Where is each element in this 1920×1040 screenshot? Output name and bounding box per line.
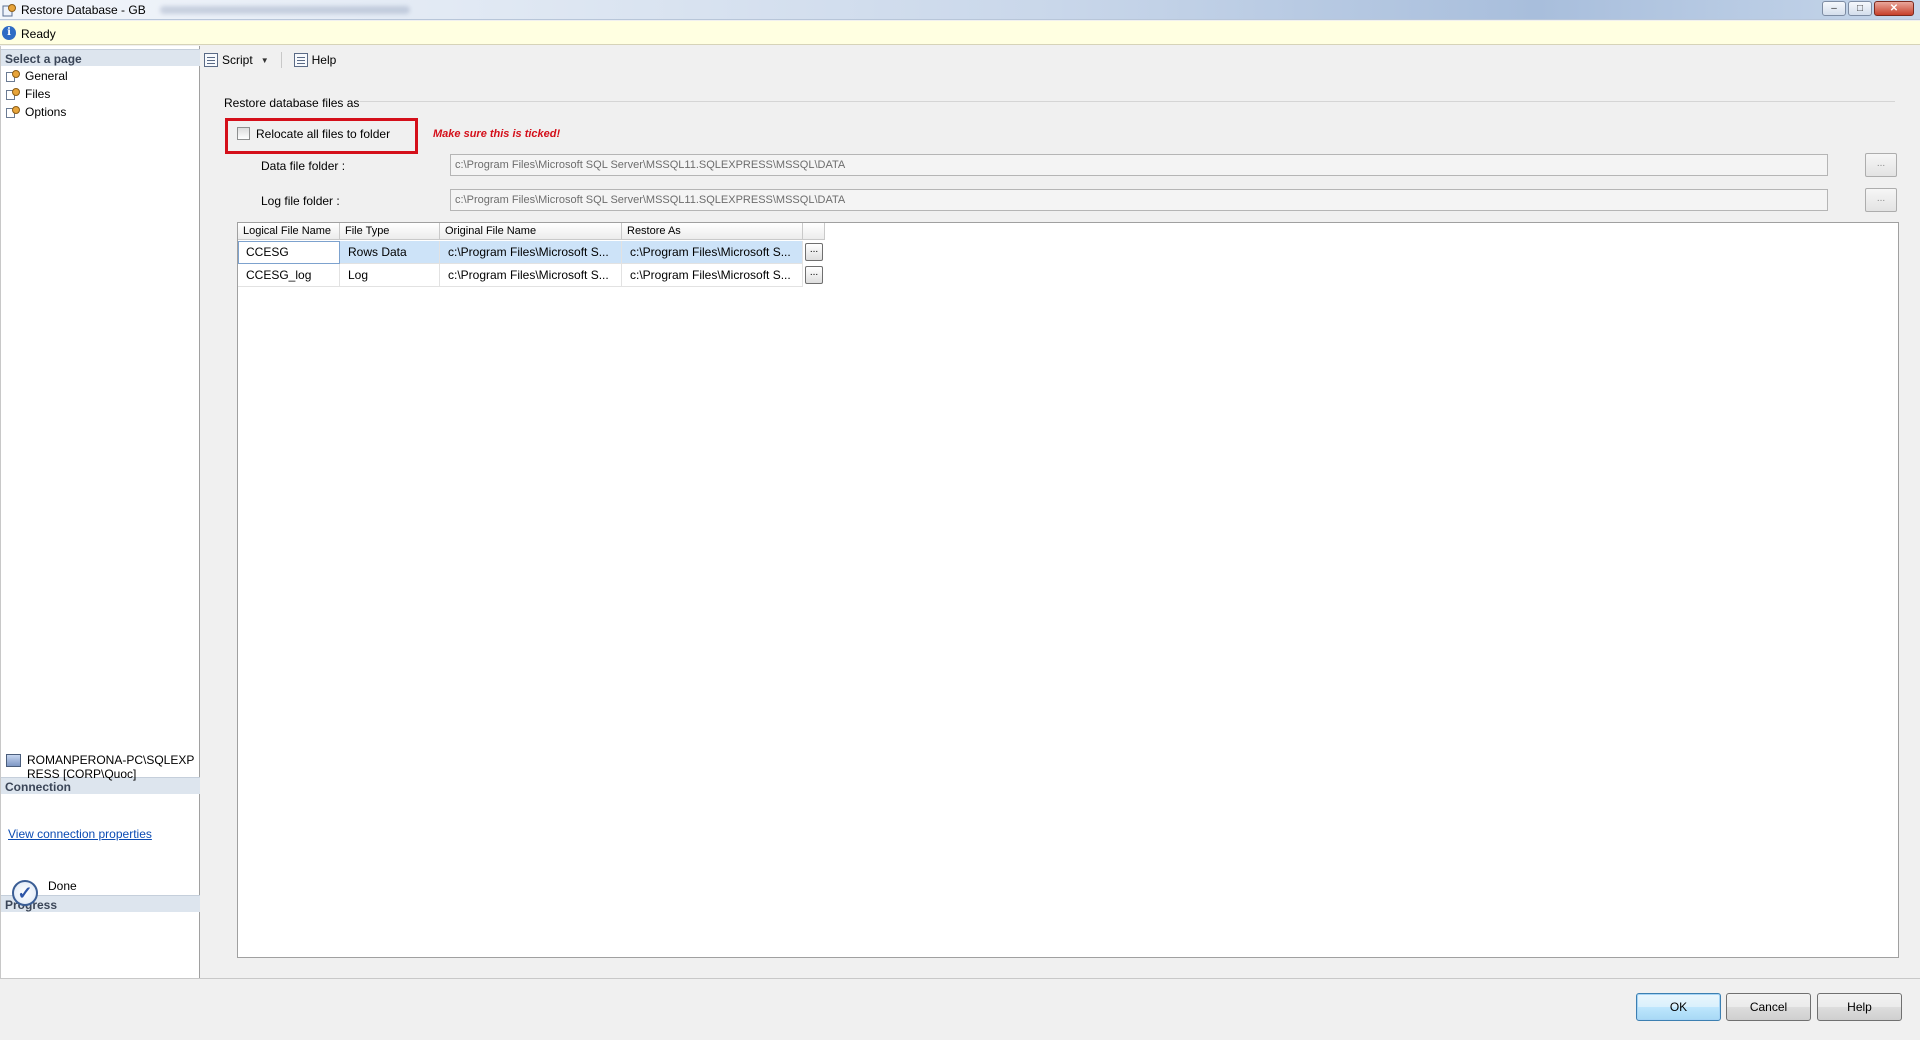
close-button[interactable]: ✕ [1874, 1, 1914, 16]
original-file-cell[interactable]: c:\Program Files\Microsoft S... [440, 264, 622, 287]
help-icon [293, 53, 308, 67]
window-title: Restore Database - GB [21, 3, 146, 17]
browse-file-button[interactable]: ... [805, 243, 823, 261]
status-bar: i Ready [0, 21, 1920, 45]
blurred-title-text [160, 6, 410, 14]
info-icon: i [2, 26, 16, 40]
column-header[interactable]: File Type [340, 223, 440, 240]
status-text: Ready [21, 27, 56, 41]
dropdown-arrow-icon[interactable]: ▼ [261, 56, 269, 65]
column-header[interactable]: Original File Name [440, 223, 622, 240]
checkmark-icon: ✓ [12, 880, 38, 906]
view-connection-properties-link[interactable]: View connection properties [8, 827, 152, 841]
relocate-label[interactable]: Relocate all files to folder [256, 127, 390, 141]
select-page-header: Select a page [1, 49, 200, 66]
help-button[interactable]: Help [1817, 993, 1902, 1021]
progress-status: Done [48, 879, 77, 893]
file-grid[interactable]: Logical File Name File Type Original Fil… [237, 222, 1899, 958]
group-divider [360, 101, 1895, 102]
grid-header: Logical File Name File Type Original Fil… [238, 223, 825, 240]
connection-text: ROMANPERONA-PC\SQLEXPRESS [CORP\Quoc] [27, 753, 195, 781]
help-toolbar-button[interactable]: Help [292, 51, 339, 69]
column-header[interactable]: Restore As [622, 223, 803, 240]
data-folder-label: Data file folder : [261, 159, 346, 173]
table-row[interactable]: CCESG Rows Data c:\Program Files\Microso… [238, 241, 823, 264]
help-label: Help [311, 53, 337, 67]
cancel-button[interactable]: Cancel [1726, 993, 1811, 1021]
ok-button[interactable]: OK [1636, 993, 1721, 1021]
file-type-cell[interactable]: Rows Data [340, 241, 440, 264]
page-item-label: General [25, 68, 68, 83]
relocate-checkbox[interactable] [237, 127, 250, 140]
log-folder-browse-button[interactable]: ... [1865, 188, 1897, 212]
toolbar-separator [280, 52, 282, 68]
maximize-button[interactable]: □ [1848, 1, 1872, 16]
restore-as-cell[interactable]: c:\Program Files\Microsoft S... [622, 241, 803, 264]
minimize-button[interactable]: – [1822, 1, 1846, 16]
original-file-cell[interactable]: c:\Program Files\Microsoft S... [440, 241, 622, 264]
column-header[interactable]: Logical File Name [238, 223, 340, 240]
logical-name-cell[interactable]: CCESG_log [238, 264, 340, 287]
restore-as-cell[interactable]: c:\Program Files\Microsoft S... [622, 264, 803, 287]
log-folder-input[interactable] [450, 189, 1828, 211]
table-row[interactable]: CCESG_log Log c:\Program Files\Microsoft… [238, 264, 823, 287]
restore-database-icon [2, 3, 16, 17]
title-bar: Restore Database - GB – □ ✕ [0, 0, 1920, 20]
data-folder-input[interactable] [450, 154, 1828, 176]
script-label: Script [222, 53, 253, 67]
logical-name-cell[interactable]: CCESG [238, 241, 340, 264]
page-item-general[interactable]: General [6, 67, 68, 84]
log-folder-label: Log file folder : [261, 194, 340, 208]
page-item-options[interactable]: Options [6, 103, 66, 120]
page-wrench-icon [6, 105, 20, 118]
page-wrench-icon [6, 87, 20, 100]
page-wrench-icon [6, 69, 20, 82]
server-connection-icon [6, 754, 21, 767]
window-controls: – □ ✕ [1822, 1, 1914, 16]
page-item-label: Options [25, 104, 67, 119]
data-folder-browse-button[interactable]: ... [1865, 153, 1897, 177]
page-item-label: Files [25, 86, 51, 101]
footer-divider [0, 978, 1920, 979]
browse-file-button[interactable]: ... [805, 266, 823, 284]
page-item-files[interactable]: Files [6, 85, 50, 102]
toolbar: Script ▼ Help [202, 50, 338, 70]
column-header [803, 223, 825, 240]
file-type-cell[interactable]: Log [340, 264, 440, 287]
script-button[interactable]: Script ▼ [202, 51, 271, 69]
group-label: Restore database files as [224, 96, 360, 110]
script-icon [204, 53, 218, 67]
annotation-note: Make sure this is ticked! [433, 128, 561, 140]
